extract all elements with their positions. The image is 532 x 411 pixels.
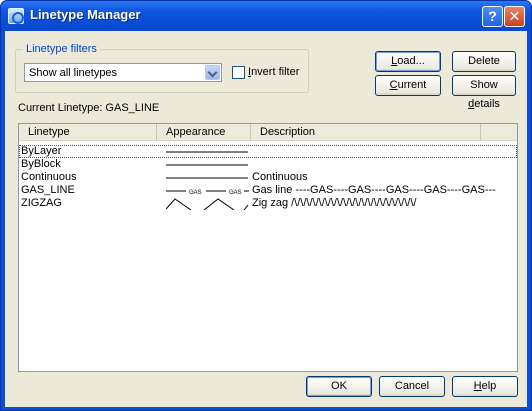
- app-icon: [8, 8, 24, 24]
- chevron-down-icon[interactable]: [205, 65, 220, 80]
- column-header-linetype[interactable]: Linetype: [19, 124, 157, 140]
- appearance-solid: [166, 177, 248, 179]
- gas-mark: GAS: [229, 190, 242, 196]
- window-title: Linetype Manager: [30, 7, 141, 22]
- close-icon: ✕: [508, 8, 521, 24]
- invert-filter-checkbox[interactable]: [232, 66, 245, 79]
- linetype-description: Gas line ----GAS----GAS----GAS----GAS---…: [252, 184, 496, 196]
- linetype-name: ZIGZAG: [21, 197, 62, 209]
- column-header-description[interactable]: Description: [251, 124, 481, 140]
- load-button[interactable]: Load...: [375, 51, 441, 72]
- appearance-zigzag: [166, 198, 249, 210]
- help-title-button[interactable]: ?: [482, 6, 503, 27]
- appearance-gas: GAS GAS: [166, 190, 249, 196]
- close-button[interactable]: ✕: [504, 6, 525, 27]
- linetype-filters-label: Linetype filters: [23, 43, 100, 55]
- linetype-name: GAS_LINE: [21, 184, 75, 196]
- current-button[interactable]: Current: [375, 75, 441, 96]
- table-row[interactable]: ByLayer: [19, 145, 517, 158]
- dialog-body: Linetype filters Show all linetypes Inve…: [5, 31, 527, 407]
- gas-mark: GAS: [189, 190, 202, 196]
- linetype-description: Continuous: [252, 171, 308, 183]
- cancel-button[interactable]: Cancel: [379, 376, 445, 397]
- linetype-name: ByBlock: [21, 158, 61, 170]
- linetype-description: Zig zag /\/\/\/\/\/\/\/\/\/\/\/\/\/\/\/\…: [252, 197, 417, 209]
- delete-button[interactable]: Delete: [452, 51, 516, 72]
- invert-filter-label-rest: nvert filter: [251, 66, 300, 78]
- filter-dropdown[interactable]: Show all linetypes: [24, 63, 222, 82]
- invert-filter-label[interactable]: Invert filter: [248, 66, 299, 78]
- appearance-solid: [166, 151, 248, 153]
- show-details-button[interactable]: Show details: [452, 75, 516, 110]
- appearance-solid: [166, 164, 248, 166]
- column-header-appearance[interactable]: Appearance: [157, 124, 251, 140]
- linetype-name: ByLayer: [21, 145, 62, 157]
- current-linetype-label: Current Linetype: GAS_LINE: [18, 102, 160, 114]
- filter-dropdown-value: Show all linetypes: [29, 67, 118, 79]
- table-row[interactable]: ZIGZAG Zig zag /\/\/\/\/\/\/\/\/\/\/\/\/…: [19, 197, 517, 210]
- table-row[interactable]: GAS_LINE GAS GAS Gas line ----GAS----GAS…: [19, 184, 517, 197]
- linetype-manager-window: Linetype Manager ? ✕ Linetype filters Sh…: [0, 0, 532, 411]
- linetype-name: Continuous: [21, 171, 77, 183]
- title-bar: Linetype Manager ? ✕: [1, 1, 531, 31]
- table-row[interactable]: Continuous Continuous: [19, 171, 517, 184]
- help-button[interactable]: Help: [452, 376, 518, 397]
- list-header: Linetype Appearance Description: [19, 124, 517, 141]
- linetype-list[interactable]: Linetype Appearance Description ByLayer …: [18, 123, 518, 372]
- table-row[interactable]: ByBlock: [19, 158, 517, 171]
- ok-button[interactable]: OK: [306, 376, 372, 397]
